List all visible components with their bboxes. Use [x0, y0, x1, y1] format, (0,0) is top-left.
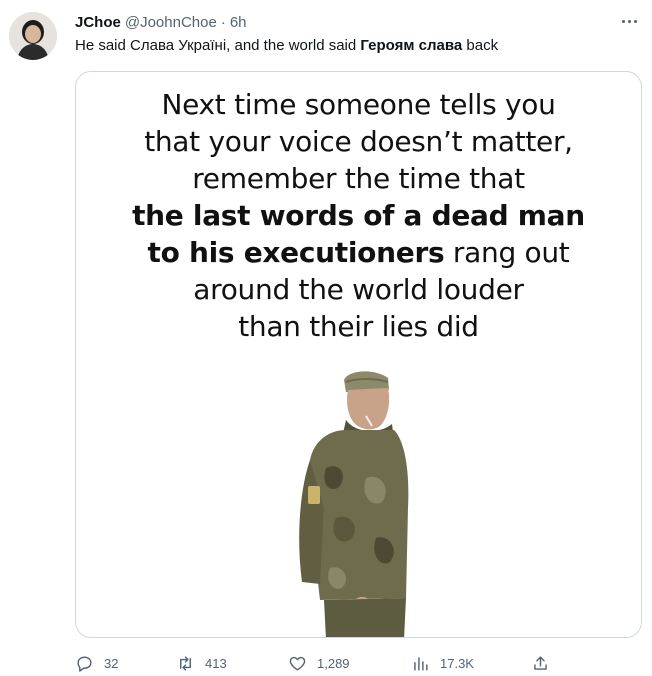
retweet-count: 413: [205, 655, 227, 671]
reply-button[interactable]: 32: [75, 654, 118, 673]
soldier-figure: [299, 371, 409, 637]
author-handle[interactable]: @JoohnChoe: [125, 14, 217, 31]
reply-icon: [77, 655, 92, 672]
like-icon: [289, 656, 306, 671]
like-count: 1,289: [317, 655, 350, 671]
tweet-header: JChoe @JoohnChoe · 6h: [75, 12, 642, 32]
views-icon: [414, 656, 428, 671]
views-button[interactable]: 17.3K: [411, 654, 474, 673]
retweet-button[interactable]: 413: [176, 654, 227, 673]
tweet-media-image[interactable]: Next time someone tells you that your vo…: [75, 71, 642, 638]
tweet-text: He said Слава Україні, and the world sai…: [75, 36, 640, 56]
retweet-icon: [180, 655, 191, 671]
quote-line: around the world louder: [193, 273, 524, 306]
reply-count: 32: [104, 655, 119, 671]
more-icon[interactable]: [618, 10, 640, 32]
tweet-actions: 32 413 1,289 17.3K: [75, 652, 642, 674]
tweet-text-part2: back: [462, 37, 499, 54]
quote-line: remember the time that: [192, 162, 525, 195]
quote-line: to his executioners rang out: [147, 236, 570, 269]
quote-text: Next time someone tells you that your vo…: [76, 86, 641, 345]
quote-line: the last words of a dead man: [132, 199, 585, 232]
quote-line: that your voice doesn’t matter,: [144, 125, 573, 158]
views-count: 17.3K: [440, 655, 474, 671]
quote-line: Next time someone tells you: [161, 88, 556, 121]
author-avatar[interactable]: [9, 12, 57, 60]
like-button[interactable]: 1,289: [288, 654, 350, 673]
separator-dot: ·: [220, 13, 226, 31]
share-icon: [534, 655, 547, 670]
quote-line: than their lies did: [238, 310, 479, 343]
share-button[interactable]: [531, 654, 550, 673]
author-name[interactable]: JChoe: [75, 14, 121, 31]
tweet-timestamp[interactable]: 6h: [230, 14, 247, 31]
tweet-text-bold: Героям слава: [360, 37, 463, 54]
tweet-text-part1: He said Слава Україні, and the world sai…: [75, 37, 361, 54]
